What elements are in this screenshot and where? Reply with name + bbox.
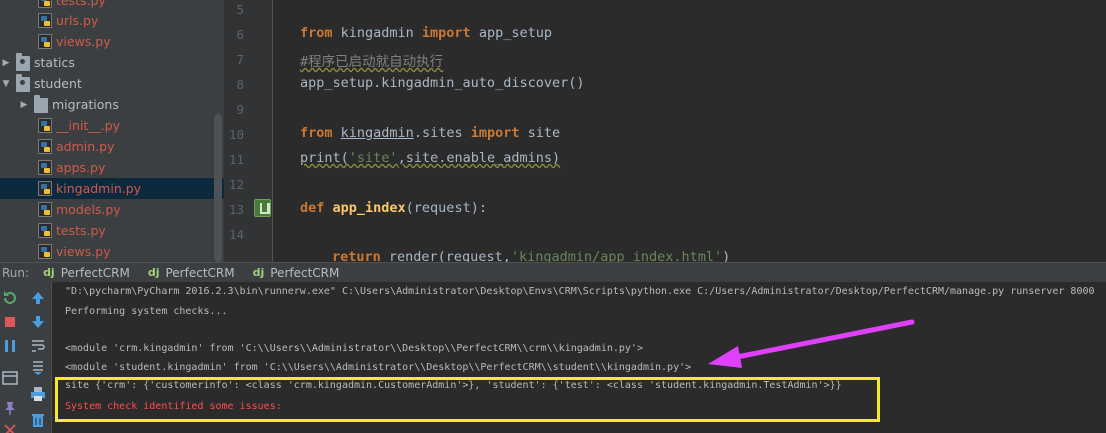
line-number: 8 bbox=[236, 77, 244, 92]
tree-item-kingadmin-py[interactable]: kingadmin.py bbox=[0, 178, 224, 199]
tree-item-student[interactable]: ▼ student bbox=[0, 73, 224, 94]
tree-item-label: student bbox=[34, 76, 82, 91]
scroll-down-icon[interactable] bbox=[30, 314, 46, 330]
expand-arrow-icon[interactable]: ▶ bbox=[0, 58, 12, 68]
run-tab-label: PerfectCRM bbox=[270, 265, 340, 280]
folder-icon bbox=[34, 95, 48, 113]
python-file-icon bbox=[38, 13, 52, 28]
tree-item-urls-py[interactable]: urls.py bbox=[0, 10, 224, 31]
tree-item-label: models.py bbox=[56, 202, 121, 217]
trash-icon[interactable] bbox=[30, 412, 46, 428]
rerun-icon[interactable] bbox=[2, 290, 18, 306]
python-file-icon bbox=[38, 223, 52, 238]
scroll-up-icon[interactable] bbox=[30, 290, 46, 306]
run-tab-bar: Run: dj PerfectCRM dj PerfectCRM dj Perf… bbox=[0, 262, 1106, 282]
tree-item-label: tests.py bbox=[56, 223, 106, 238]
highlight-box bbox=[55, 377, 880, 422]
tree-item-label: views.py bbox=[56, 244, 111, 259]
layout-icon[interactable] bbox=[2, 370, 18, 386]
python-file-icon bbox=[38, 118, 52, 133]
code-line-15: return render(request,'kingadmin/app_ind… bbox=[332, 249, 731, 262]
code-line-13: def app_index(request): bbox=[300, 200, 487, 216]
tree-item-label: admin.py bbox=[56, 139, 115, 154]
line-number: 9 bbox=[236, 102, 244, 117]
run-tab-perfectcrm[interactable]: dj PerfectCRM bbox=[35, 263, 140, 283]
tree-item-tests-py[interactable]: tests.py bbox=[0, 220, 224, 241]
console-line: Performing system checks... bbox=[65, 306, 228, 317]
django-icon: dj bbox=[252, 266, 265, 279]
run-tab-perfectcrm[interactable]: dj PerfectCRM bbox=[140, 263, 245, 283]
console-line: <module 'student.kingadmin' from 'C:\\Us… bbox=[65, 362, 692, 373]
line-number: 13 bbox=[228, 202, 244, 217]
pin-icon[interactable] bbox=[2, 400, 18, 416]
soft-wrap-icon[interactable] bbox=[30, 338, 46, 354]
python-file-icon bbox=[38, 244, 52, 259]
tree-item-statics[interactable]: ▶ statics bbox=[0, 52, 224, 73]
tree-scrollbar[interactable] bbox=[214, 114, 222, 262]
run-toolbar bbox=[0, 282, 52, 433]
tree-item-label: apps.py bbox=[56, 160, 106, 175]
code-editor[interactable]: from kingadmin import app_setup #程序已启动就自… bbox=[286, 0, 1106, 262]
tree-item-label: migrations bbox=[52, 97, 119, 112]
folder-icon bbox=[16, 53, 30, 71]
pause-icon[interactable] bbox=[2, 338, 18, 354]
tree-item-init-py[interactable]: __init__.py bbox=[0, 115, 224, 136]
console-line: <module 'crm.kingadmin' from 'C:\\Users\… bbox=[65, 343, 643, 354]
tree-item-apps-py[interactable]: apps.py bbox=[0, 157, 224, 178]
run-tab-perfectcrm[interactable]: dj PerfectCRM bbox=[245, 263, 350, 283]
close-icon[interactable] bbox=[2, 422, 18, 433]
code-line-6: from kingadmin import app_setup bbox=[300, 25, 552, 41]
python-file-icon bbox=[38, 181, 52, 196]
line-number: 12 bbox=[228, 177, 244, 192]
line-number: 14 bbox=[228, 227, 244, 242]
code-line-7: #程序已启动就自动执行 bbox=[300, 54, 444, 70]
tree-item-label: tests.py bbox=[56, 0, 106, 8]
collapse-arrow-icon[interactable]: ▼ bbox=[0, 79, 12, 89]
tree-item-label: kingadmin.py bbox=[56, 181, 142, 196]
tree-item-migrations[interactable]: ▶ migrations bbox=[0, 94, 224, 115]
tree-item-label: urls.py bbox=[56, 13, 99, 28]
stop-icon[interactable] bbox=[2, 314, 18, 330]
line-number: 10 bbox=[228, 127, 244, 142]
code-line-11: print('site',site.enable_admins) bbox=[300, 150, 561, 166]
annotation-arrow bbox=[708, 319, 915, 368]
run-tab-label: PerfectCRM bbox=[165, 265, 235, 280]
folder-icon bbox=[16, 74, 30, 92]
fold-gutter bbox=[272, 0, 286, 262]
tree-item-views-py[interactable]: views.py bbox=[0, 31, 224, 52]
python-file-icon bbox=[38, 0, 52, 8]
run-label: Run: bbox=[2, 265, 30, 280]
code-line-10: from kingadmin.sites import site bbox=[300, 125, 561, 141]
run-gutter-icon[interactable] bbox=[254, 199, 271, 217]
python-file-icon bbox=[38, 160, 52, 175]
django-icon: dj bbox=[147, 266, 160, 279]
code-line-8: app_setup.kingadmin_auto_discover() bbox=[300, 75, 585, 91]
line-number: 11 bbox=[228, 152, 244, 167]
tree-item-admin-py[interactable]: admin.py bbox=[0, 136, 224, 157]
line-number: 5 bbox=[236, 2, 244, 17]
line-number: 6 bbox=[236, 27, 244, 42]
print-icon[interactable] bbox=[30, 386, 46, 402]
expand-arrow-icon[interactable]: ▶ bbox=[18, 100, 30, 110]
project-tree: tests.py urls.py views.py ▶ statics ▼ st… bbox=[0, 0, 224, 262]
tree-item-views-py[interactable]: views.py bbox=[0, 241, 224, 262]
tree-item-label: views.py bbox=[56, 34, 111, 49]
line-number: 7 bbox=[236, 52, 244, 67]
console-line: "D:\pycharm\PyCharm 2016.2.3\bin\runnerw… bbox=[65, 286, 1095, 297]
scroll-to-end-icon[interactable] bbox=[30, 360, 46, 376]
tree-item-label: statics bbox=[34, 55, 75, 70]
python-file-icon bbox=[38, 34, 52, 49]
python-file-icon bbox=[38, 202, 52, 217]
django-icon: dj bbox=[43, 266, 55, 279]
python-file-icon bbox=[38, 139, 52, 154]
tree-item-models-py[interactable]: models.py bbox=[0, 199, 224, 220]
tree-item-label: __init__.py bbox=[56, 118, 121, 133]
run-tab-label: PerfectCRM bbox=[60, 265, 130, 280]
